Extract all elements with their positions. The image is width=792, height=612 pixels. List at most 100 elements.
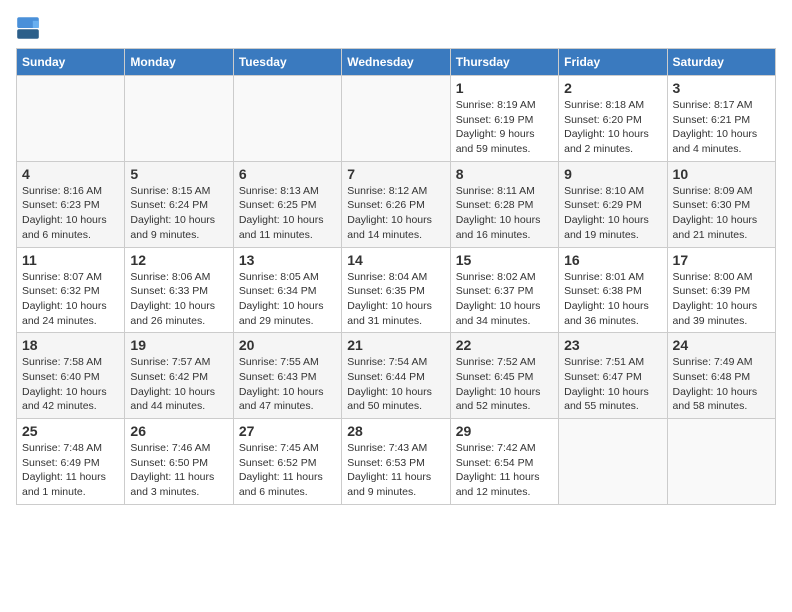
calendar-cell: 21 Sunrise: 7:54 AM Sunset: 6:44 PM Dayli… [342,333,450,419]
calendar-week-row: 18 Sunrise: 7:58 AM Sunset: 6:40 PM Dayli… [17,333,776,419]
day-info: Sunrise: 7:52 AM Sunset: 6:45 PM Dayligh… [456,355,553,414]
day-number: 18 [22,337,119,353]
weekday-header-monday: Monday [125,49,233,76]
day-info: Sunrise: 7:49 AM Sunset: 6:48 PM Dayligh… [673,355,770,414]
day-info: Sunrise: 8:17 AM Sunset: 6:21 PM Dayligh… [673,98,770,157]
calendar-table: SundayMondayTuesdayWednesdayThursdayFrid… [16,48,776,505]
day-info: Sunrise: 8:18 AM Sunset: 6:20 PM Dayligh… [564,98,661,157]
day-number: 2 [564,80,661,96]
calendar-cell: 14 Sunrise: 8:04 AM Sunset: 6:35 PM Dayli… [342,247,450,333]
weekday-header-tuesday: Tuesday [233,49,341,76]
day-number: 4 [22,166,119,182]
day-number: 5 [130,166,227,182]
calendar-cell: 20 Sunrise: 7:55 AM Sunset: 6:43 PM Dayli… [233,333,341,419]
day-number: 23 [564,337,661,353]
calendar-cell: 13Sunrise: 8:05 AM Sunset: 6:34 PM Dayli… [233,247,341,333]
day-info: Sunrise: 7:51 AM Sunset: 6:47 PM Dayligh… [564,355,661,414]
calendar-cell: 19 Sunrise: 7:57 AM Sunset: 6:42 PM Dayli… [125,333,233,419]
calendar-cell: 18 Sunrise: 7:58 AM Sunset: 6:40 PM Dayli… [17,333,125,419]
day-number: 24 [673,337,770,353]
day-number: 9 [564,166,661,182]
calendar-cell: 6 Sunrise: 8:13 AM Sunset: 6:25 PM Daylig… [233,161,341,247]
day-info: Sunrise: 8:06 AM Sunset: 6:33 PM Dayligh… [130,270,227,329]
calendar-week-row: 11 Sunrise: 8:07 AM Sunset: 6:32 PM Dayli… [17,247,776,333]
weekday-header-thursday: Thursday [450,49,558,76]
day-number: 20 [239,337,336,353]
calendar-cell: 12Sunrise: 8:06 AM Sunset: 6:33 PM Dayli… [125,247,233,333]
page-header [16,16,776,40]
day-number: 21 [347,337,444,353]
day-info: Sunrise: 7:42 AM Sunset: 6:54 PM Dayligh… [456,441,553,500]
day-number: 29 [456,423,553,439]
calendar-cell: 27 Sunrise: 7:45 AM Sunset: 6:52 PM Dayli… [233,419,341,505]
calendar-cell: 29 Sunrise: 7:42 AM Sunset: 6:54 PM Dayli… [450,419,558,505]
calendar-cell: 10 Sunrise: 8:09 AM Sunset: 6:30 PM Dayli… [667,161,775,247]
calendar-cell: 9 Sunrise: 8:10 AM Sunset: 6:29 PM Daylig… [559,161,667,247]
weekday-header-friday: Friday [559,49,667,76]
day-number: 26 [130,423,227,439]
day-number: 15 [456,252,553,268]
day-info: Sunrise: 7:45 AM Sunset: 6:52 PM Dayligh… [239,441,336,500]
day-info: Sunrise: 7:54 AM Sunset: 6:44 PM Dayligh… [347,355,444,414]
day-number: 28 [347,423,444,439]
day-info: Sunrise: 7:46 AM Sunset: 6:50 PM Dayligh… [130,441,227,500]
day-number: 8 [456,166,553,182]
day-info: Sunrise: 8:19 AM Sunset: 6:19 PM Dayligh… [456,98,553,157]
day-number: 22 [456,337,553,353]
calendar-cell: 7Sunrise: 8:12 AM Sunset: 6:26 PM Daylig… [342,161,450,247]
day-number: 17 [673,252,770,268]
day-info: Sunrise: 8:15 AM Sunset: 6:24 PM Dayligh… [130,184,227,243]
calendar-cell: 25 Sunrise: 7:48 AM Sunset: 6:49 PM Dayli… [17,419,125,505]
day-number: 25 [22,423,119,439]
day-info: Sunrise: 7:58 AM Sunset: 6:40 PM Dayligh… [22,355,119,414]
day-info: Sunrise: 7:43 AM Sunset: 6:53 PM Dayligh… [347,441,444,500]
day-number: 14 [347,252,444,268]
day-info: Sunrise: 8:02 AM Sunset: 6:37 PM Dayligh… [456,270,553,329]
calendar-week-row: 25 Sunrise: 7:48 AM Sunset: 6:49 PM Dayli… [17,419,776,505]
day-info: Sunrise: 8:13 AM Sunset: 6:25 PM Dayligh… [239,184,336,243]
calendar-cell [559,419,667,505]
calendar-cell [233,76,341,162]
day-number: 16 [564,252,661,268]
day-number: 27 [239,423,336,439]
day-info: Sunrise: 8:01 AM Sunset: 6:38 PM Dayligh… [564,270,661,329]
day-info: Sunrise: 8:10 AM Sunset: 6:29 PM Dayligh… [564,184,661,243]
day-number: 6 [239,166,336,182]
calendar-cell [125,76,233,162]
calendar-cell [342,76,450,162]
weekday-header-wednesday: Wednesday [342,49,450,76]
calendar-week-row: 1 Sunrise: 8:19 AM Sunset: 6:19 PM Daylig… [17,76,776,162]
day-info: Sunrise: 8:07 AM Sunset: 6:32 PM Dayligh… [22,270,119,329]
calendar-cell: 1 Sunrise: 8:19 AM Sunset: 6:19 PM Daylig… [450,76,558,162]
logo-icon [16,16,40,40]
day-info: Sunrise: 8:09 AM Sunset: 6:30 PM Dayligh… [673,184,770,243]
day-number: 7 [347,166,444,182]
day-number: 10 [673,166,770,182]
day-info: Sunrise: 8:00 AM Sunset: 6:39 PM Dayligh… [673,270,770,329]
day-info: Sunrise: 8:11 AM Sunset: 6:28 PM Dayligh… [456,184,553,243]
calendar-cell: 28 Sunrise: 7:43 AM Sunset: 6:53 PM Dayli… [342,419,450,505]
day-info: Sunrise: 7:48 AM Sunset: 6:49 PM Dayligh… [22,441,119,500]
weekday-header-saturday: Saturday [667,49,775,76]
logo [16,16,44,40]
calendar-cell: 15 Sunrise: 8:02 AM Sunset: 6:37 PM Dayli… [450,247,558,333]
calendar-cell [17,76,125,162]
calendar-cell: 8 Sunrise: 8:11 AM Sunset: 6:28 PM Daylig… [450,161,558,247]
calendar-cell: 11 Sunrise: 8:07 AM Sunset: 6:32 PM Dayli… [17,247,125,333]
calendar-cell: 24 Sunrise: 7:49 AM Sunset: 6:48 PM Dayli… [667,333,775,419]
day-info: Sunrise: 8:04 AM Sunset: 6:35 PM Dayligh… [347,270,444,329]
calendar-cell: 22 Sunrise: 7:52 AM Sunset: 6:45 PM Dayli… [450,333,558,419]
calendar-cell: 4Sunrise: 8:16 AM Sunset: 6:23 PM Daylig… [17,161,125,247]
day-info: Sunrise: 7:55 AM Sunset: 6:43 PM Dayligh… [239,355,336,414]
calendar-cell: 16 Sunrise: 8:01 AM Sunset: 6:38 PM Dayli… [559,247,667,333]
calendar-cell: 23 Sunrise: 7:51 AM Sunset: 6:47 PM Dayli… [559,333,667,419]
day-info: Sunrise: 7:57 AM Sunset: 6:42 PM Dayligh… [130,355,227,414]
day-number: 3 [673,80,770,96]
day-number: 11 [22,252,119,268]
day-info: Sunrise: 8:05 AM Sunset: 6:34 PM Dayligh… [239,270,336,329]
day-number: 1 [456,80,553,96]
calendar-cell: 3 Sunrise: 8:17 AM Sunset: 6:21 PM Daylig… [667,76,775,162]
calendar-cell [667,419,775,505]
day-number: 19 [130,337,227,353]
calendar-week-row: 4Sunrise: 8:16 AM Sunset: 6:23 PM Daylig… [17,161,776,247]
